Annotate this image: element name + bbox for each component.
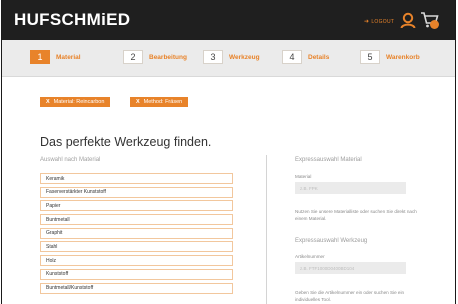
filter-chip-material[interactable]: X Material: Reincarbon — [40, 97, 111, 107]
app-window: HUFSCHMiED ➜ LOGOUT 1 Material 2 Bearbei… — [1, 0, 456, 304]
step-number: 4 — [282, 50, 302, 64]
user-icon[interactable] — [400, 12, 416, 28]
step-label: Warenkorb — [386, 53, 420, 61]
brand-logo[interactable]: HUFSCHMiED — [14, 10, 130, 30]
material-option-kunststoff[interactable]: Kunststoff — [40, 268, 233, 280]
step-number: 2 — [123, 50, 143, 64]
top-header: HUFSCHMiED ➜ LOGOUT — [2, 0, 455, 40]
step-bearbeitung[interactable]: 2 Bearbeitung — [123, 50, 187, 64]
cart-count-badge — [430, 20, 439, 29]
material-search-input[interactable] — [295, 182, 406, 194]
material-hint: Nutzen Sie unsere Materialliste oder suc… — [295, 209, 417, 221]
step-details[interactable]: 4 Details — [282, 50, 329, 64]
step-number: 3 — [203, 50, 223, 64]
material-list: Keramik Faserverstärkter Kunststoff Papi… — [40, 173, 233, 296]
filter-chip-label: Material: Reincarbon — [53, 99, 105, 105]
step-label: Material — [56, 53, 81, 61]
material-option-fpk[interactable]: Faserverstärkter Kunststoff — [40, 186, 233, 198]
logout-link[interactable]: ➜ LOGOUT — [364, 18, 395, 26]
page-title: Das perfekte Werkzeug finden. — [40, 135, 212, 149]
remove-filter-icon[interactable]: X — [136, 99, 140, 105]
step-number: 1 — [30, 50, 50, 64]
logout-label: LOGOUT — [371, 18, 395, 25]
remove-filter-icon[interactable]: X — [46, 99, 50, 105]
step-label: Werkzeug — [229, 53, 260, 61]
material-option-graphit[interactable]: Graphit — [40, 227, 233, 239]
logout-arrow-icon: ➜ — [364, 19, 370, 25]
step-material[interactable]: 1 Material — [30, 50, 81, 64]
step-werkzeug[interactable]: 3 Werkzeug — [203, 50, 260, 64]
article-number-input[interactable] — [295, 262, 406, 274]
step-label: Bearbeitung — [149, 53, 187, 61]
material-option-buntmetall[interactable]: Buntmetall — [40, 214, 233, 226]
step-number: 5 — [360, 50, 380, 64]
filter-chip-method[interactable]: X Method: Fräsen — [130, 97, 189, 107]
express-tool-heading: Expressauswahl Werkzeug — [295, 238, 368, 244]
material-section-title: Auswahl nach Material — [40, 157, 101, 163]
material-option-papier[interactable]: Papier — [40, 200, 233, 212]
material-option-keramik[interactable]: Keramik — [40, 173, 233, 184]
express-material-heading: Expressauswahl Material — [295, 157, 362, 163]
material-option-stahl[interactable]: Stahl — [40, 241, 233, 253]
column-divider — [266, 155, 267, 304]
material-option-buntmetall-kunststoff[interactable]: Buntmetall/Kunststoff — [40, 282, 233, 294]
progress-steps: 1 Material 2 Bearbeitung 3 Werkzeug 4 De… — [2, 40, 455, 76]
steps-divider — [2, 76, 455, 77]
filter-chip-label: Method: Fräsen — [143, 99, 183, 105]
material-field-label: Material — [295, 174, 312, 179]
step-label: Details — [308, 53, 330, 61]
article-number-label: Artikelnummer — [295, 254, 325, 259]
material-option-holz[interactable]: Holz — [40, 255, 233, 267]
step-warenkorb[interactable]: 5 Warenkorb — [360, 50, 420, 64]
tool-hint: Geben Sie die Artikelnummer ein oder suc… — [295, 290, 405, 302]
